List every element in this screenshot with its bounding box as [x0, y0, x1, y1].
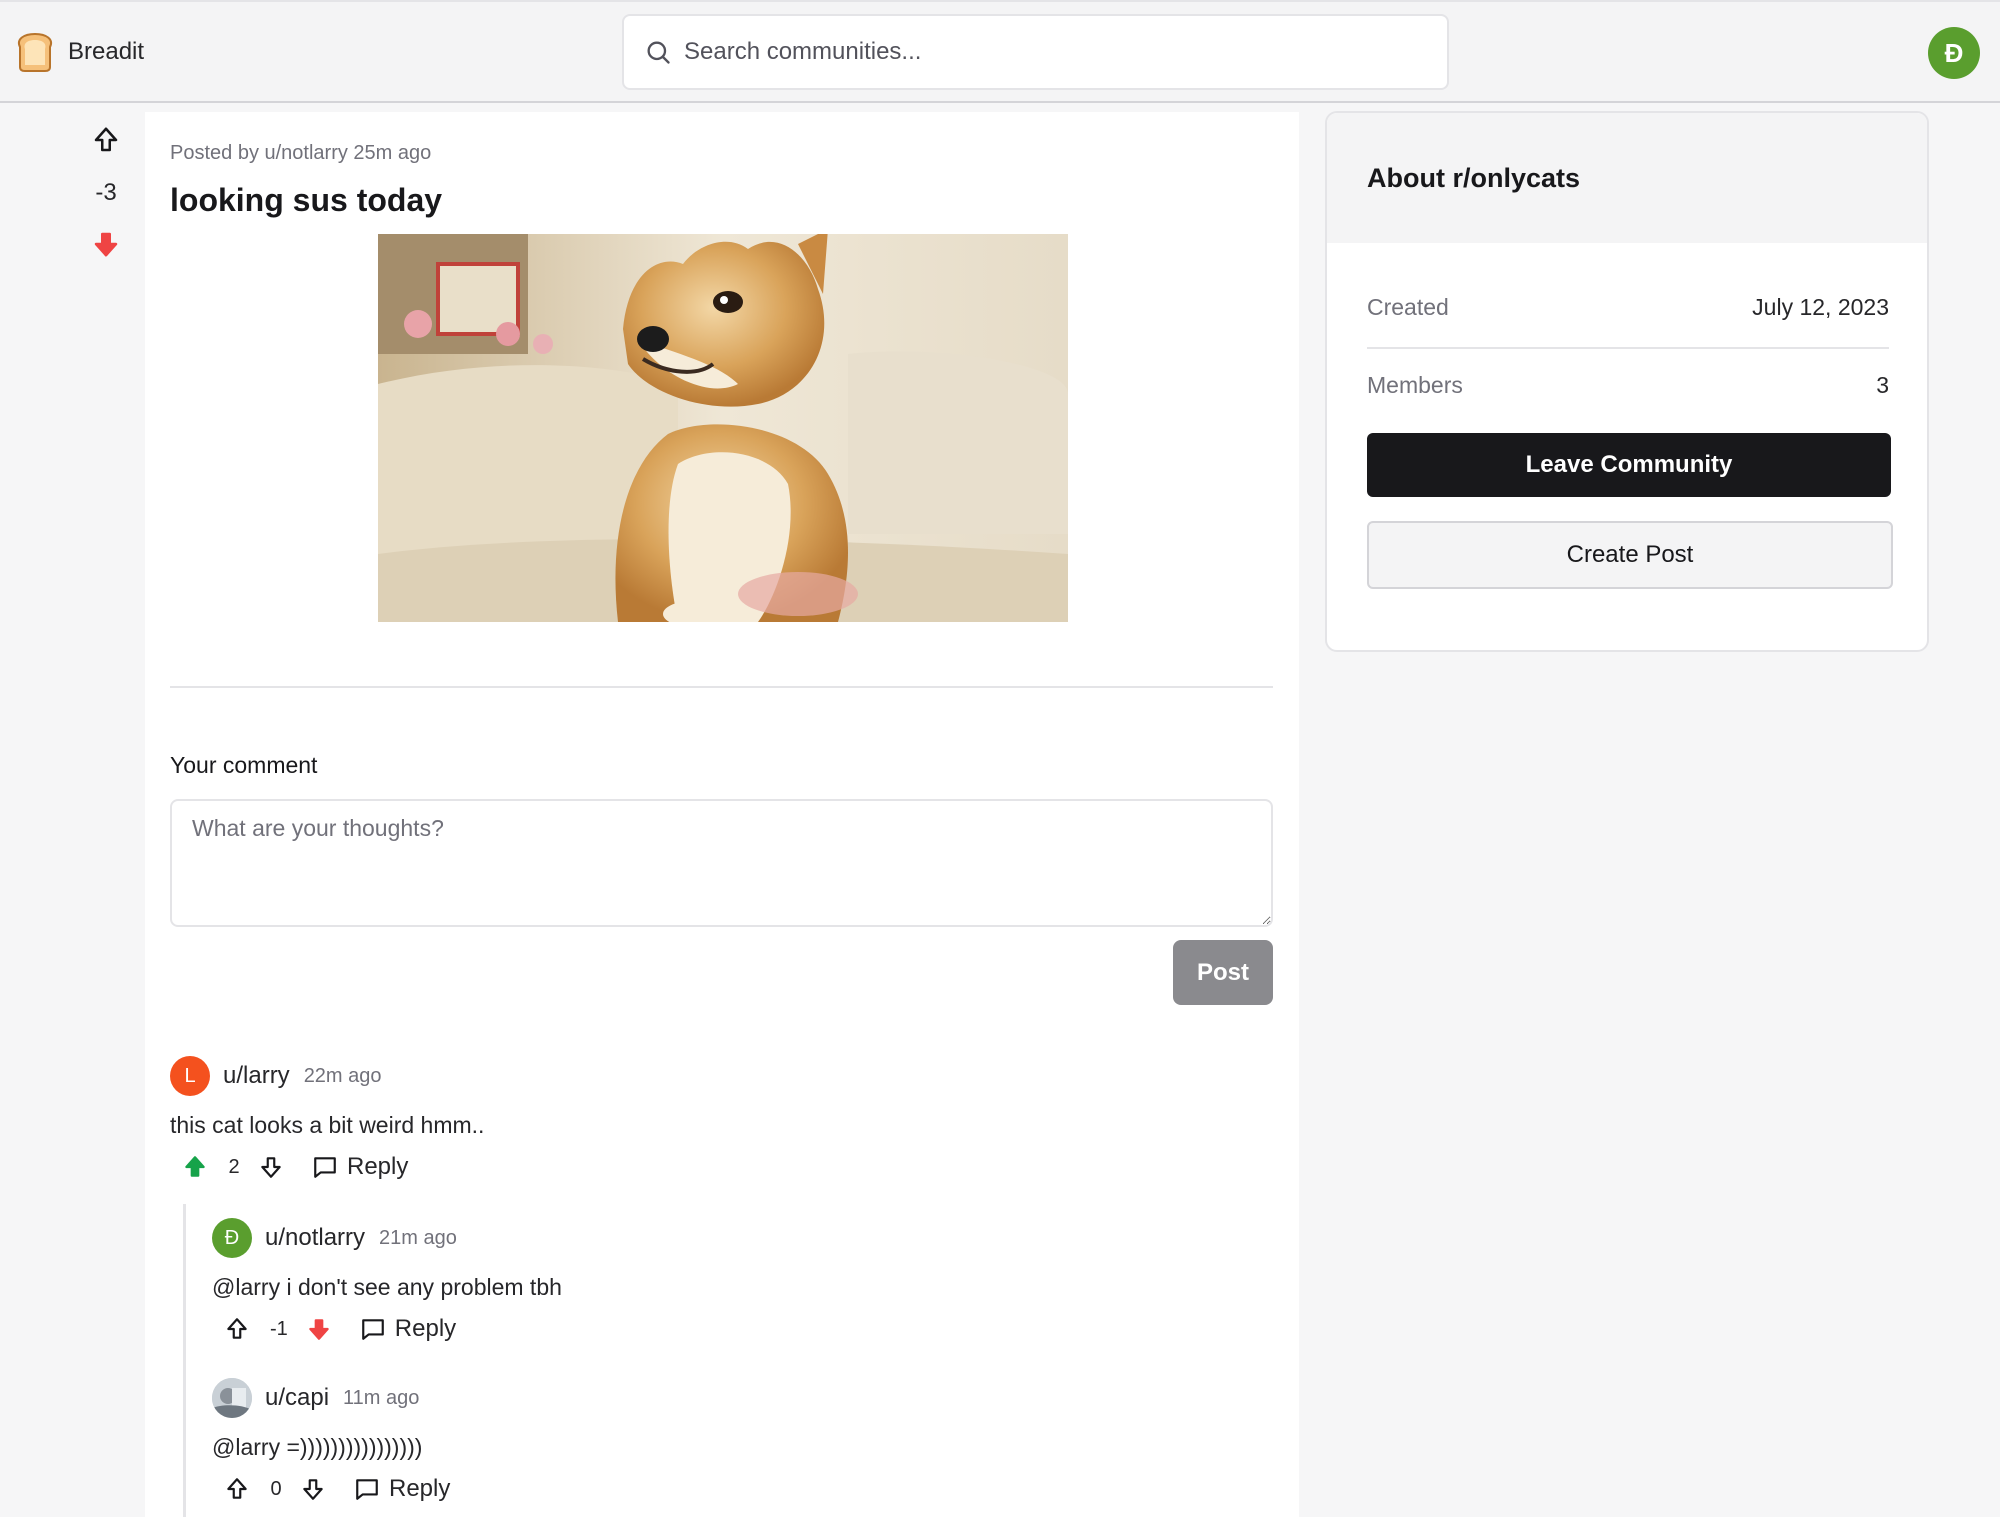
members-row: Members 3 [1367, 372, 1889, 399]
post-score: -3 [95, 179, 117, 206]
post-image [378, 234, 1068, 622]
avatar [212, 1378, 252, 1418]
downvote-icon[interactable] [300, 1476, 326, 1502]
upvote-icon[interactable] [182, 1154, 208, 1180]
post-divider [170, 686, 1273, 688]
upvote-icon[interactable] [91, 125, 121, 155]
comment-score: 2 [228, 1155, 240, 1178]
user-avatar[interactable]: Đ [1928, 27, 1980, 79]
comment-time: 21m ago [379, 1226, 457, 1249]
comment-score: 0 [270, 1477, 282, 1500]
upvote-icon[interactable] [224, 1476, 250, 1502]
comment-actions: 2 Reply [170, 1153, 484, 1181]
post-title: looking sus today [170, 182, 443, 218]
comment-textarea[interactable] [170, 799, 1273, 927]
comment-username[interactable]: u/capi [265, 1384, 329, 1412]
leave-community-button[interactable]: Leave Community [1367, 433, 1891, 497]
upvote-icon[interactable] [224, 1316, 250, 1342]
comment-username[interactable]: u/notlarry [265, 1224, 365, 1252]
capi-avatar-image [212, 1378, 252, 1418]
created-label: Created [1367, 294, 1449, 320]
search-bar[interactable] [622, 14, 1449, 90]
brand-name: Breadit [68, 38, 145, 65]
info-divider [1367, 347, 1889, 349]
downvote-icon[interactable] [306, 1316, 332, 1342]
created-row: Created July 12, 2023 [1367, 294, 1889, 321]
bread-logo-icon [18, 32, 52, 72]
created-value: July 12, 2023 [1752, 294, 1889, 320]
community-sidebar: About r/onlycats Created July 12, 2023 M… [1325, 111, 1929, 652]
members-value: 3 [1876, 372, 1889, 398]
comment: L u/larry 22m ago this cat looks a bit w… [170, 1056, 484, 1181]
message-icon [361, 1319, 384, 1340]
sidebar-title: About r/onlycats [1327, 113, 1927, 243]
comment-username[interactable]: u/larry [223, 1062, 290, 1090]
downvote-icon[interactable] [258, 1154, 284, 1180]
downvote-icon[interactable] [91, 229, 121, 259]
avatar: Đ [212, 1218, 252, 1258]
comment: u/capi 11m ago @larry =)))))))))))))))) … [212, 1378, 450, 1503]
search-input[interactable] [684, 38, 1424, 66]
comment-text: @larry i don't see any problem tbh [212, 1274, 562, 1300]
comment-time: 22m ago [303, 1064, 382, 1087]
comment-actions: 0 Reply [212, 1475, 450, 1503]
message-icon [314, 1157, 336, 1178]
comment-text: @larry =)))))))))))))))) [212, 1434, 423, 1460]
comment-time: 11m ago [343, 1386, 420, 1409]
avatar: L [170, 1056, 210, 1096]
reply-button[interactable]: Reply [360, 1315, 456, 1343]
comment-label: Your comment [170, 752, 318, 778]
comment: Đ u/notlarry 21m ago @larry i don't see … [212, 1218, 562, 1343]
post-comment-button[interactable]: Post [1173, 940, 1273, 1005]
create-post-button[interactable]: Create Post [1367, 521, 1893, 589]
members-label: Members [1367, 372, 1463, 398]
message-icon [356, 1479, 378, 1500]
reply-label: Reply [394, 1315, 457, 1342]
comment-score: -1 [270, 1317, 288, 1340]
shiba-dog-image [378, 234, 1068, 622]
reply-label: Reply [347, 1153, 409, 1180]
reply-button[interactable]: Reply [354, 1475, 450, 1503]
reply-thread-line [183, 1204, 186, 1517]
brand-link[interactable]: Breadit [14, 31, 144, 73]
search-icon [647, 41, 670, 64]
reply-button[interactable]: Reply [312, 1153, 408, 1181]
post-meta: Posted by u/notlarry 25m ago [170, 142, 432, 164]
comment-actions: -1 Reply [212, 1315, 562, 1343]
comment-text: this cat looks a bit weird hmm.. [170, 1112, 485, 1138]
top-navbar: Breadit Đ [0, 0, 2000, 103]
reply-label: Reply [389, 1475, 451, 1502]
post-vote-column: -3 [82, 125, 130, 259]
